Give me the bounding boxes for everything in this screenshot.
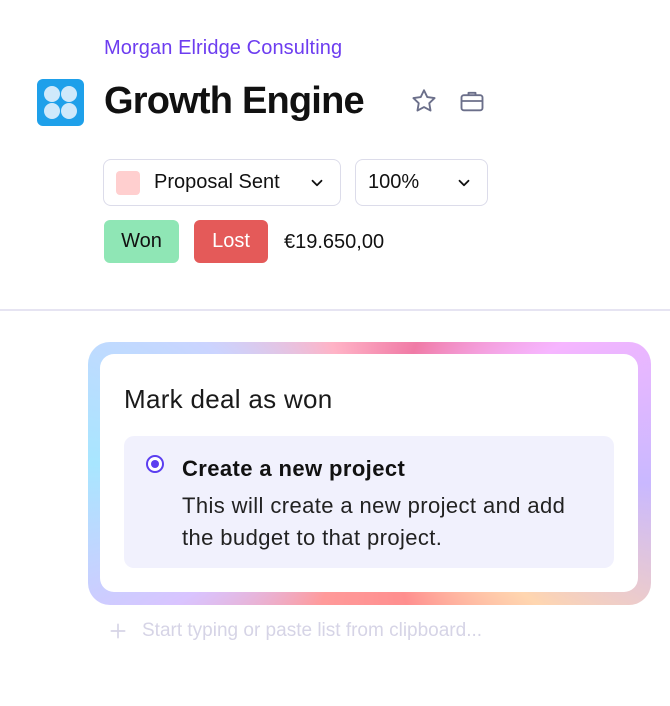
radio-button[interactable] [146,455,164,473]
add-item-placeholder: Start typing or paste list from clipboar… [142,620,483,641]
probability-select[interactable]: 100% [355,159,488,206]
star-icon[interactable] [409,86,439,116]
dialog-title: Mark deal as won [124,384,333,414]
option-title: Create a new project [182,456,406,481]
probability-select-value: 100% [368,171,420,193]
company-link[interactable]: Morgan Elridge Consulting [104,37,342,60]
create-project-option[interactable]: Create a new project This will create a … [124,436,614,568]
stage-select[interactable]: Proposal Sent [103,159,341,206]
stage-select-value: Proposal Sent [154,171,280,193]
stage-color-swatch [116,170,140,195]
add-item-input[interactable]: Start typing or paste list from clipboar… [108,620,482,642]
page-title: Growth Engine [104,80,365,122]
divider [0,309,670,311]
briefcase-icon[interactable] [457,86,487,116]
won-button[interactable]: Won [104,220,179,263]
plus-icon [110,623,126,639]
lost-button[interactable]: Lost [194,220,268,263]
app-logo-icon [37,79,84,126]
option-description: This will create a new project and add t… [182,493,566,550]
chevron-down-icon [458,179,470,187]
deal-amount: €19.650,00 [284,231,385,253]
chevron-down-icon [311,179,323,187]
